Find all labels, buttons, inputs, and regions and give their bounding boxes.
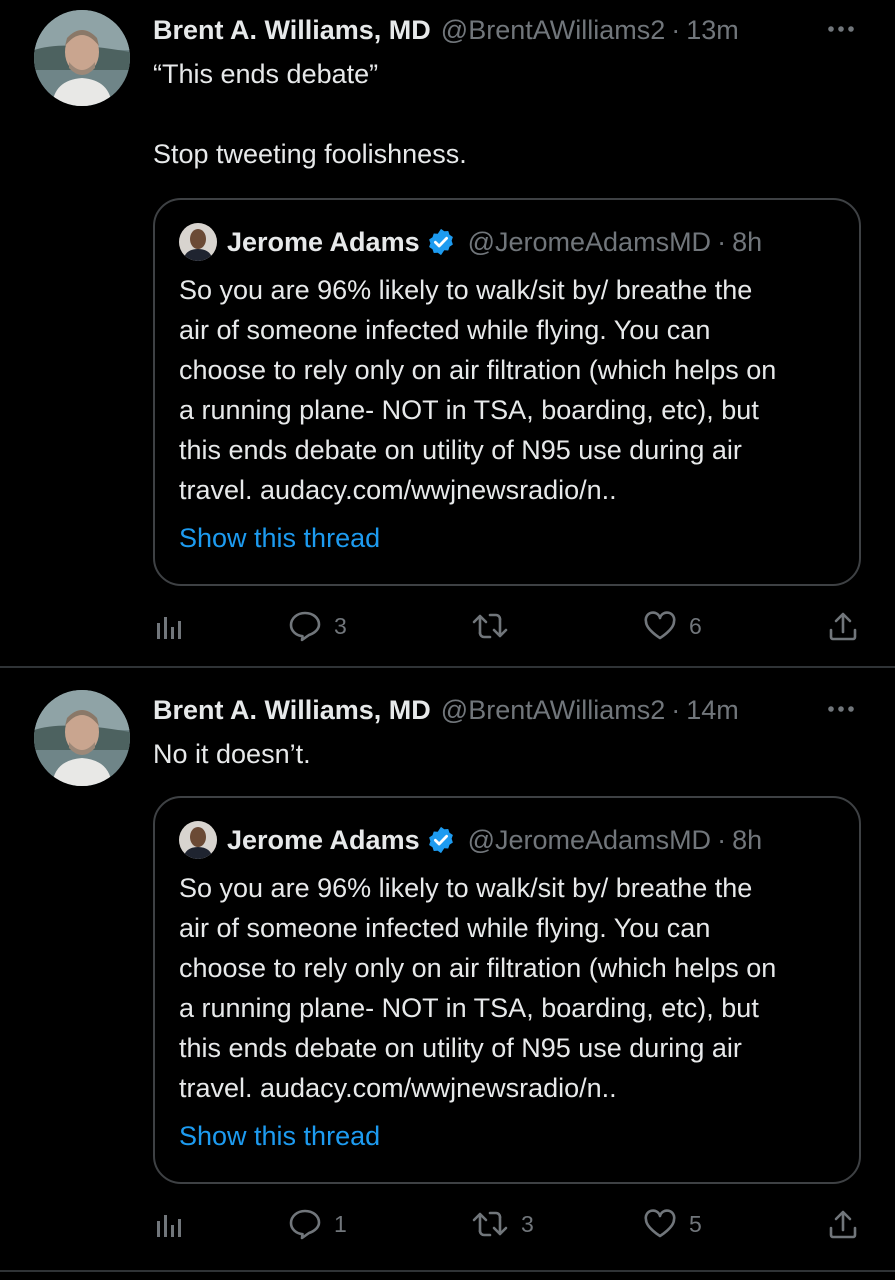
quoted-text-line: choose to rely only on air filtration (w… bbox=[179, 953, 777, 983]
share-button[interactable] bbox=[828, 606, 858, 646]
like-count: 6 bbox=[689, 612, 702, 639]
separator-dot: · bbox=[717, 824, 727, 855]
separator-dot: · bbox=[671, 695, 681, 725]
quoted-tweet-text: So you are 96% likely to walk/sit by/ br… bbox=[179, 270, 835, 510]
author-handle[interactable]: @BrentAWilliams2 bbox=[441, 690, 665, 730]
quoted-text-line: choose to rely only on air filtration (w… bbox=[179, 355, 777, 385]
share-button[interactable] bbox=[828, 1204, 858, 1244]
profile-photo-icon bbox=[34, 690, 130, 786]
tweet-content: Brent A. Williams, MD @BrentAWilliams2 ·… bbox=[153, 10, 861, 586]
avatar[interactable] bbox=[34, 690, 130, 786]
tweet-header: Brent A. Williams, MD @BrentAWilliams2 ·… bbox=[153, 10, 861, 50]
tweet-text-line bbox=[153, 94, 861, 134]
analytics-button[interactable] bbox=[155, 606, 183, 646]
analytics-button[interactable] bbox=[155, 1204, 183, 1244]
quoted-tweet-header: Jerome Adams @JeromeAdamsMD · 8h bbox=[179, 820, 835, 860]
tweet-text: No it doesn’t. bbox=[153, 734, 861, 774]
tweet-actions: 1 3 5 bbox=[153, 1204, 861, 1244]
analytics-icon bbox=[157, 617, 181, 639]
profile-photo-icon bbox=[34, 10, 130, 106]
tweet[interactable]: Brent A. Williams, MD @BrentAWilliams2 ·… bbox=[0, 0, 895, 668]
quoted-text-line: this ends debate on utility of N95 use d… bbox=[179, 435, 742, 465]
avatar[interactable] bbox=[34, 10, 130, 106]
tweet-text: “This ends debate” Stop tweeting foolish… bbox=[153, 54, 861, 174]
heart-icon bbox=[644, 611, 676, 640]
quoted-text-line: So you are 96% likely to walk/sit by/ br… bbox=[179, 873, 753, 903]
reply-count: 3 bbox=[334, 612, 347, 639]
retweet-button[interactable] bbox=[471, 606, 521, 646]
reply-icon bbox=[289, 1209, 321, 1240]
quoted-text-line: this ends debate on utility of N95 use d… bbox=[179, 1033, 742, 1063]
tweet-actions: 3 6 bbox=[153, 606, 861, 646]
quoted-text-line: So you are 96% likely to walk/sit by/ br… bbox=[179, 275, 753, 305]
author-name[interactable]: Brent A. Williams, MD bbox=[153, 690, 431, 730]
author-name[interactable]: Brent A. Williams, MD bbox=[153, 10, 431, 50]
quoted-text-line: a running plane- NOT in TSA, boarding, e… bbox=[179, 395, 759, 425]
quoted-text-line: a running plane- NOT in TSA, boarding, e… bbox=[179, 993, 759, 1023]
share-icon bbox=[829, 1210, 857, 1239]
tweet-content: Brent A. Williams, MD @BrentAWilliams2 ·… bbox=[153, 690, 861, 1184]
more-options-icon[interactable] bbox=[821, 14, 861, 44]
timestamp[interactable]: 13m bbox=[686, 10, 739, 50]
author-handle[interactable]: @BrentAWilliams2 bbox=[441, 10, 665, 50]
verified-badge-icon bbox=[428, 228, 453, 256]
reply-icon bbox=[289, 611, 321, 642]
quoted-author-name: Jerome Adams bbox=[227, 226, 420, 257]
show-thread-link[interactable]: Show this thread bbox=[179, 1116, 380, 1156]
quoted-timestamp: 8h bbox=[732, 824, 763, 855]
quoted-avatar bbox=[179, 821, 217, 859]
timeline: Brent A. Williams, MD @BrentAWilliams2 ·… bbox=[0, 0, 895, 1280]
retweet-count: 3 bbox=[521, 1210, 534, 1237]
quoted-tweet[interactable]: Jerome Adams @JeromeAdamsMD · 8h So you … bbox=[153, 198, 861, 586]
quoted-tweet[interactable]: Jerome Adams @JeromeAdamsMD · 8h So you … bbox=[153, 796, 861, 1184]
quoted-tweet-text: So you are 96% likely to walk/sit by/ br… bbox=[179, 868, 835, 1108]
timestamp[interactable]: 14m bbox=[686, 690, 739, 730]
reply-count: 1 bbox=[334, 1210, 347, 1237]
heart-icon bbox=[644, 1209, 676, 1238]
quoted-timestamp: 8h bbox=[732, 226, 763, 257]
more-options-icon[interactable] bbox=[821, 694, 861, 724]
quoted-author-handle: @JeromeAdamsMD bbox=[467, 226, 712, 257]
share-icon bbox=[829, 612, 857, 641]
quoted-author-name: Jerome Adams bbox=[227, 824, 420, 855]
reply-button[interactable]: 3 bbox=[288, 606, 347, 646]
tweet-text-line: No it doesn’t. bbox=[153, 739, 311, 769]
retweet-icon bbox=[472, 613, 508, 639]
show-thread-link[interactable]: Show this thread bbox=[179, 518, 380, 558]
tweet-text-line: “This ends debate” bbox=[153, 59, 379, 89]
tweet[interactable]: Brent A. Williams, MD @BrentAWilliams2 ·… bbox=[0, 668, 895, 1272]
like-count: 5 bbox=[689, 1210, 702, 1237]
like-button[interactable]: 5 bbox=[643, 1204, 702, 1244]
quoted-text-line: travel. audacy.com/wwjnewsradio/n.. bbox=[179, 475, 617, 505]
reply-button[interactable]: 1 bbox=[288, 1204, 347, 1244]
separator-dot: · bbox=[671, 15, 681, 45]
quoted-avatar bbox=[179, 223, 217, 261]
quoted-author-handle: @JeromeAdamsMD bbox=[467, 824, 712, 855]
analytics-icon bbox=[157, 1215, 181, 1237]
profile-photo-icon bbox=[179, 223, 217, 261]
quoted-text-line: air of someone infected while flying. Yo… bbox=[179, 315, 711, 345]
profile-photo-icon bbox=[179, 821, 217, 859]
verified-badge-icon bbox=[428, 826, 453, 854]
separator-dot: · bbox=[717, 226, 727, 257]
quoted-tweet-header: Jerome Adams @JeromeAdamsMD · 8h bbox=[179, 222, 835, 262]
tweet-text-line: Stop tweeting foolishness. bbox=[153, 139, 467, 169]
quoted-text-line: travel. audacy.com/wwjnewsradio/n.. bbox=[179, 1073, 617, 1103]
like-button[interactable]: 6 bbox=[643, 606, 702, 646]
quoted-text-line: air of someone infected while flying. Yo… bbox=[179, 913, 711, 943]
retweet-button[interactable]: 3 bbox=[471, 1204, 534, 1244]
retweet-icon bbox=[472, 1211, 508, 1237]
tweet-header: Brent A. Williams, MD @BrentAWilliams2 ·… bbox=[153, 690, 861, 730]
